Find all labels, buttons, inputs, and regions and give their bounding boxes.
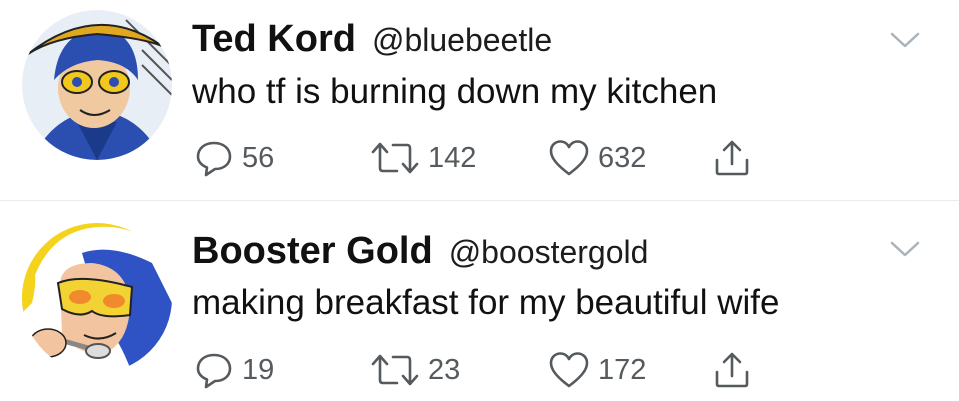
retweet-count: 23 <box>428 353 461 386</box>
display-name[interactable]: Ted Kord <box>192 18 356 60</box>
reply-button[interactable]: 56 <box>194 136 274 180</box>
avatar-illustration <box>22 10 172 160</box>
avatar[interactable] <box>22 223 172 373</box>
like-button[interactable]: 172 <box>548 348 646 392</box>
retweet-count: 142 <box>428 141 477 174</box>
chevron-down-icon[interactable] <box>889 30 921 50</box>
tweet-actions: 56 142 632 <box>192 136 792 180</box>
share-up-arrow-icon <box>715 140 749 176</box>
display-name[interactable]: Booster Gold <box>192 230 433 272</box>
share-up-arrow-icon <box>715 352 749 388</box>
retweet-arrows-icon <box>371 354 419 386</box>
share-button[interactable] <box>712 136 752 180</box>
retweet-button[interactable]: 142 <box>370 136 476 180</box>
heart-icon <box>549 140 589 176</box>
tweet[interactable]: Ted Kord @bluebeetle who tf is burning do… <box>0 0 959 201</box>
heart-icon <box>549 352 589 388</box>
reply-count: 56 <box>242 141 275 174</box>
user-handle[interactable]: @bluebeetle <box>372 22 552 58</box>
tweet-text: making breakfast for my beautiful wife <box>192 283 780 322</box>
reply-button[interactable]: 19 <box>194 348 274 392</box>
tweet-text: who tf is burning down my kitchen <box>192 72 718 111</box>
speech-bubble-icon <box>196 141 232 177</box>
tweet[interactable]: Booster Gold @boostergold making breakfas… <box>0 201 959 401</box>
retweet-arrows-icon <box>371 142 419 174</box>
reply-count: 19 <box>242 353 275 386</box>
speech-bubble-icon <box>196 353 232 389</box>
user-handle[interactable]: @boostergold <box>449 234 649 270</box>
avatar[interactable] <box>22 10 172 160</box>
tweet-header: Booster Gold @boostergold <box>192 230 648 273</box>
avatar-illustration <box>22 223 172 373</box>
tweet-header: Ted Kord @bluebeetle <box>192 18 552 61</box>
tweet-actions: 19 23 172 <box>192 348 792 392</box>
like-count: 632 <box>598 141 647 174</box>
chevron-down-icon[interactable] <box>889 239 921 259</box>
retweet-button[interactable]: 23 <box>370 348 460 392</box>
like-button[interactable]: 632 <box>548 136 646 180</box>
like-count: 172 <box>598 353 647 386</box>
share-button[interactable] <box>712 348 752 392</box>
